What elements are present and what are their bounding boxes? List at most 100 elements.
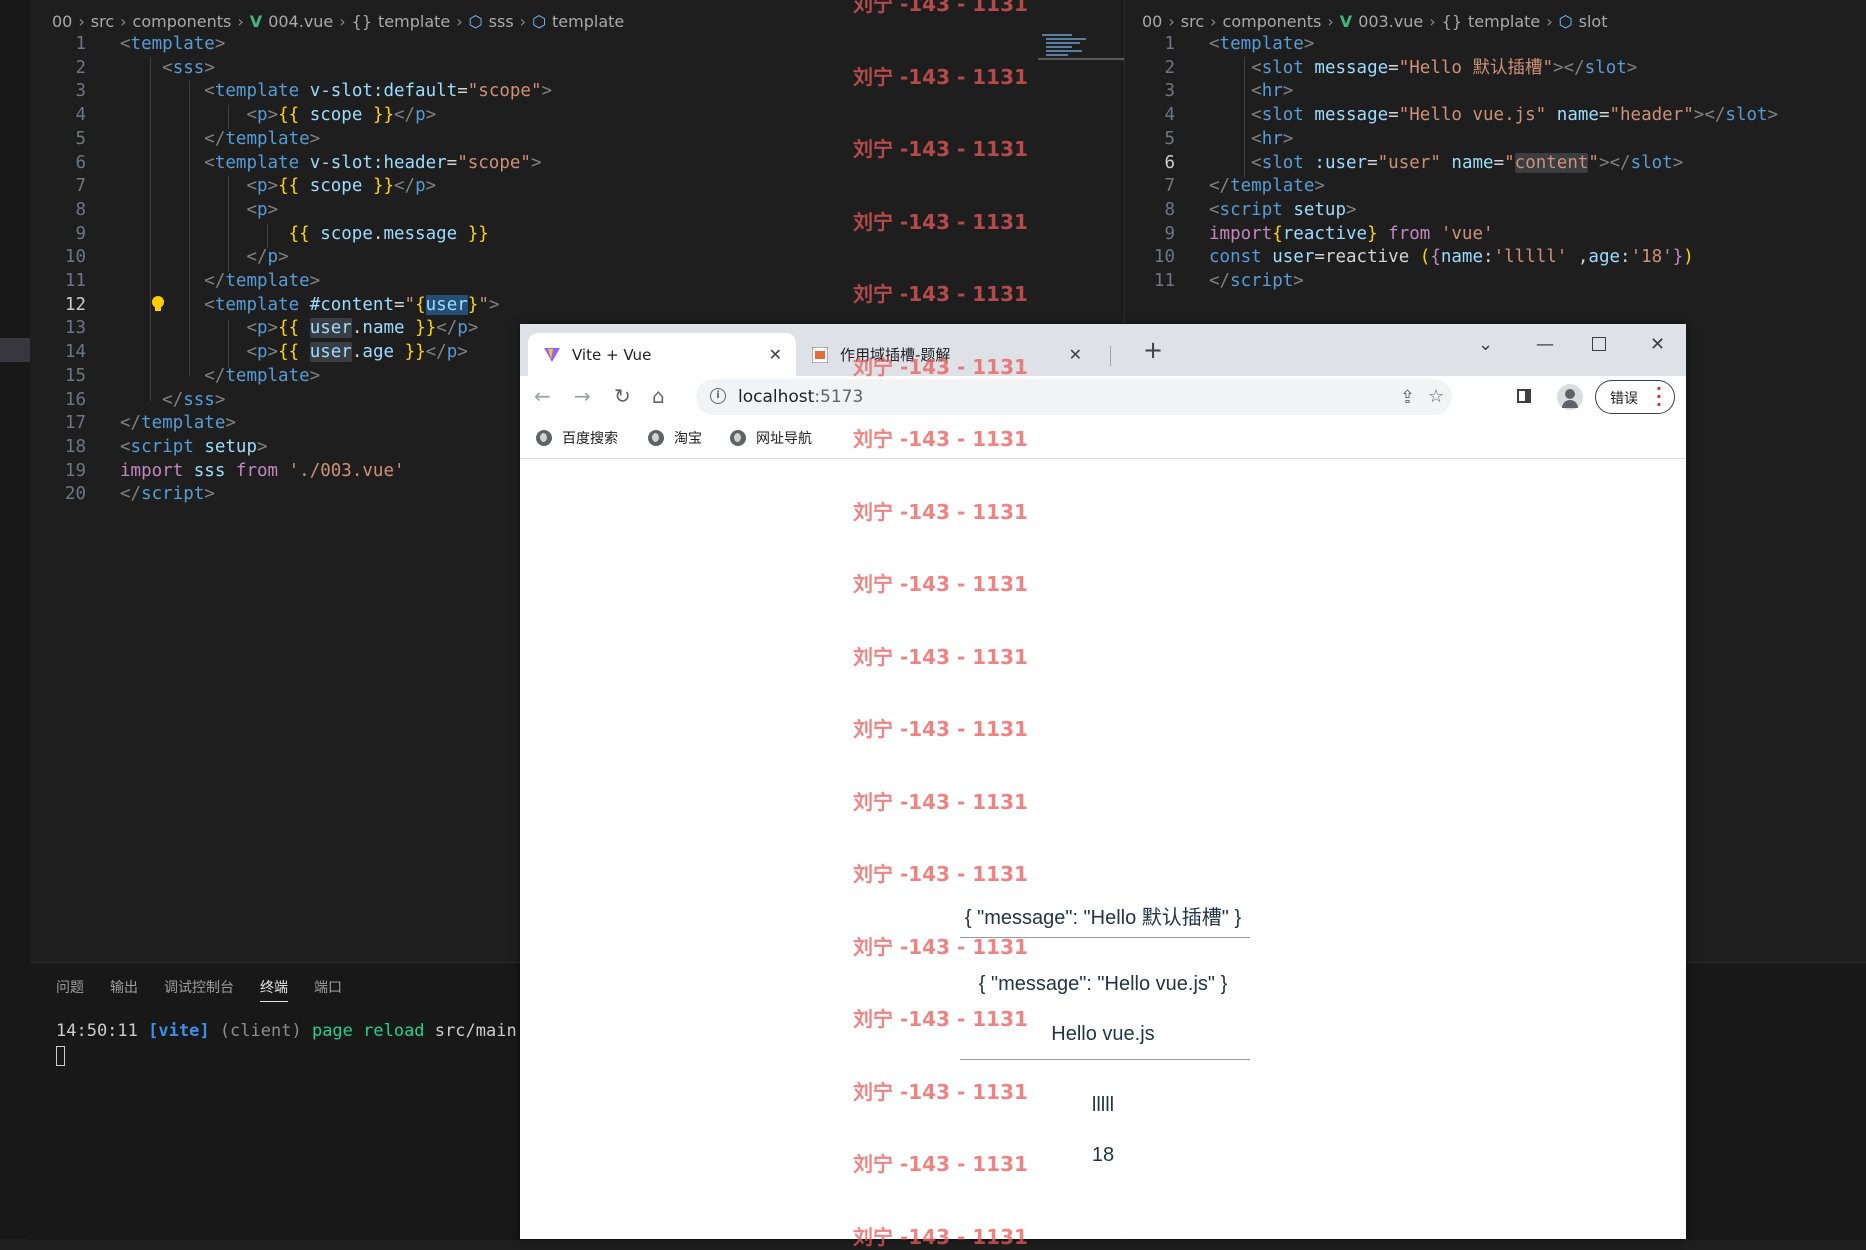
code-line[interactable]: 6 <template v-slot:header="scope"> — [30, 152, 552, 176]
tab-ports[interactable]: 端口 — [314, 977, 342, 1002]
new-tab-button[interactable]: + — [1143, 336, 1163, 364]
code-line[interactable]: 5 </template> — [30, 128, 552, 152]
line-number: 4 — [1164, 105, 1175, 126]
maximize-icon[interactable] — [1592, 337, 1606, 351]
watermark-text: 刘宁 -143 - 1131 — [853, 64, 1028, 89]
code-token: p — [267, 247, 279, 268]
breadcrumb-item[interactable]: components — [133, 12, 232, 31]
address-bar[interactable]: i localhost:5173 ⇪ ☆ — [696, 379, 1452, 415]
close-icon[interactable]: ✕ — [769, 345, 782, 364]
close-icon[interactable]: ✕ — [1069, 345, 1082, 364]
code-line[interactable]: 10 const user=reactive ({name:'lllll' ,ag… — [1119, 246, 1778, 270]
site-info-icon[interactable]: i — [710, 388, 726, 404]
browser-tabstrip: Vite + Vue ✕ 作用域插槽-题解 ✕ + ⌄ — ✕ — [520, 324, 1686, 376]
home-icon[interactable]: ⌂ — [652, 384, 665, 408]
profile-avatar[interactable] — [1557, 384, 1583, 410]
right-breadcrumb[interactable]: 00 › src › components › V 003.vue › {} templat… — [1142, 8, 1607, 34]
code-line[interactable]: 10 </p> — [30, 246, 552, 270]
bookmark-star-icon[interactable]: ☆ — [1428, 386, 1444, 407]
code-line[interactable]: 17 </template> — [30, 412, 552, 436]
line-number: 6 — [1164, 152, 1175, 173]
breadcrumb-item[interactable]: src — [91, 12, 114, 31]
code-line[interactable]: 18 <script setup> — [30, 436, 552, 460]
bookmark-item[interactable]: 网址导航 — [730, 428, 812, 448]
code-token: " — [1504, 152, 1515, 173]
code-line[interactable]: 14 <p>{{ user.age }}</p> — [30, 341, 552, 365]
code-area[interactable]: 1 <template> 2 <slot message="Hello 默认插槽">… — [1119, 33, 1778, 294]
code-line[interactable]: 9 {{ scope.message }} — [30, 223, 552, 247]
browser-tab-active[interactable]: Vite + Vue ✕ — [528, 333, 796, 376]
forward-icon[interactable]: → — [574, 384, 591, 408]
code-token: import — [1209, 223, 1273, 244]
bookmark-item[interactable]: 淘宝 — [648, 428, 702, 448]
share-icon[interactable]: ⇪ — [1400, 387, 1415, 408]
code-line[interactable]: 4 <p>{{ scope }}</p> — [30, 104, 552, 128]
code-line[interactable]: 5 <hr> — [1119, 128, 1778, 152]
breadcrumb-item[interactable]: components — [1223, 12, 1322, 31]
tab-search-icon[interactable]: ⌄ — [1478, 334, 1493, 355]
breadcrumb-item[interactable]: slot — [1579, 12, 1608, 31]
breadcrumb-item[interactable]: 004.vue — [268, 12, 333, 31]
code-token: > — [267, 105, 279, 126]
code-token: p — [457, 318, 468, 339]
braces-icon: {} — [351, 11, 373, 31]
breadcrumb-item[interactable]: 00 — [52, 12, 72, 31]
minimize-icon[interactable]: — — [1536, 334, 1554, 355]
code-line[interactable]: 7 <p>{{ scope }}</p> — [30, 175, 552, 199]
code-line[interactable]: 3 <template v-slot:default="scope"> — [30, 80, 552, 104]
code-token: user — [425, 294, 468, 315]
tab-terminal[interactable]: 终端 — [260, 977, 288, 1002]
back-icon[interactable]: ← — [534, 384, 551, 408]
code-line[interactable]: 9 import{reactive} from 'vue' — [1119, 223, 1778, 247]
code-line[interactable]: 1 <template> — [1119, 33, 1778, 57]
code-line[interactable]: 15 </template> — [30, 365, 552, 389]
chevron-right-icon: › — [339, 11, 346, 31]
side-panel-icon[interactable] — [1517, 389, 1531, 403]
browser-toolbar: ← → ↻ ⌂ i localhost:5173 ⇪ ☆ 错误 · · · — [520, 376, 1686, 418]
code-line[interactable]: 8 <p> — [30, 199, 552, 223]
breadcrumb-item[interactable]: template — [1468, 12, 1540, 31]
code-line[interactable]: 2 <slot message="Hello 默认插槽"></slot> — [1119, 57, 1778, 81]
breadcrumb-item[interactable]: 003.vue — [1358, 12, 1423, 31]
bookmark-item[interactable]: 百度搜索 — [536, 428, 618, 448]
code-line[interactable]: 7 </template> — [1119, 175, 1778, 199]
code-line[interactable]: 3 <hr> — [1119, 80, 1778, 104]
code-line[interactable]: 6 <slot :user="user" name="content"></sl… — [1119, 152, 1778, 176]
code-line[interactable]: 16 </sss> — [30, 389, 552, 413]
error-button[interactable]: 错误 · · · — [1595, 380, 1675, 414]
kebab-menu-icon[interactable]: · · · — [1656, 381, 1662, 413]
tab-debug-console[interactable]: 调试控制台 — [164, 977, 234, 1002]
code-token: user — [309, 342, 352, 363]
tab-problems[interactable]: 问题 — [56, 977, 84, 1002]
code-line[interactable]: 11 </script> — [1119, 270, 1778, 294]
close-window-icon[interactable]: ✕ — [1650, 334, 1665, 355]
code-line[interactable]: 12 <template #content="{user}"> — [30, 294, 552, 318]
left-breadcrumb[interactable]: 00 › src › components › V 004.vue › {} templat… — [52, 8, 624, 34]
code-line[interactable]: 4 <slot message="Hello vue.js" name="hea… — [1119, 104, 1778, 128]
reload-icon[interactable]: ↻ — [614, 384, 631, 408]
code-line[interactable]: 20 </script> — [30, 483, 552, 507]
watermark-text: 刘宁 -143 - 1131 — [853, 1079, 1028, 1104]
code-line[interactable]: 1 <template> — [30, 33, 552, 57]
terminal-output[interactable]: 14:50:11 [vite] (client) page reload src… — [56, 1020, 547, 1067]
code-token: ( — [1419, 247, 1431, 268]
code-line[interactable]: 13 <p>{{ user.name }}</p> — [30, 317, 552, 341]
code-line[interactable]: 2 <sss> — [30, 57, 552, 81]
breadcrumb-item[interactable]: 00 — [1142, 12, 1162, 31]
tab-output[interactable]: 输出 — [110, 977, 138, 1002]
breadcrumb-item[interactable]: template — [552, 12, 624, 31]
breadcrumb-item[interactable]: sss — [489, 12, 514, 31]
url-text[interactable]: localhost:5173 — [738, 387, 863, 407]
breadcrumb-item[interactable]: template — [378, 12, 450, 31]
code-line[interactable]: 11 </template> — [30, 270, 552, 294]
code-line[interactable]: 19 import sss from './003.vue' — [30, 460, 552, 484]
breadcrumb-item[interactable]: src — [1181, 12, 1204, 31]
code-line[interactable]: 8 <script setup> — [1119, 199, 1778, 223]
code-token: sss — [172, 57, 205, 78]
code-token: from — [235, 460, 279, 481]
code-area[interactable]: 1 <template> 2 <sss> 3 <template v-slot:def… — [30, 33, 552, 507]
code-token: reactive — [1282, 223, 1368, 244]
